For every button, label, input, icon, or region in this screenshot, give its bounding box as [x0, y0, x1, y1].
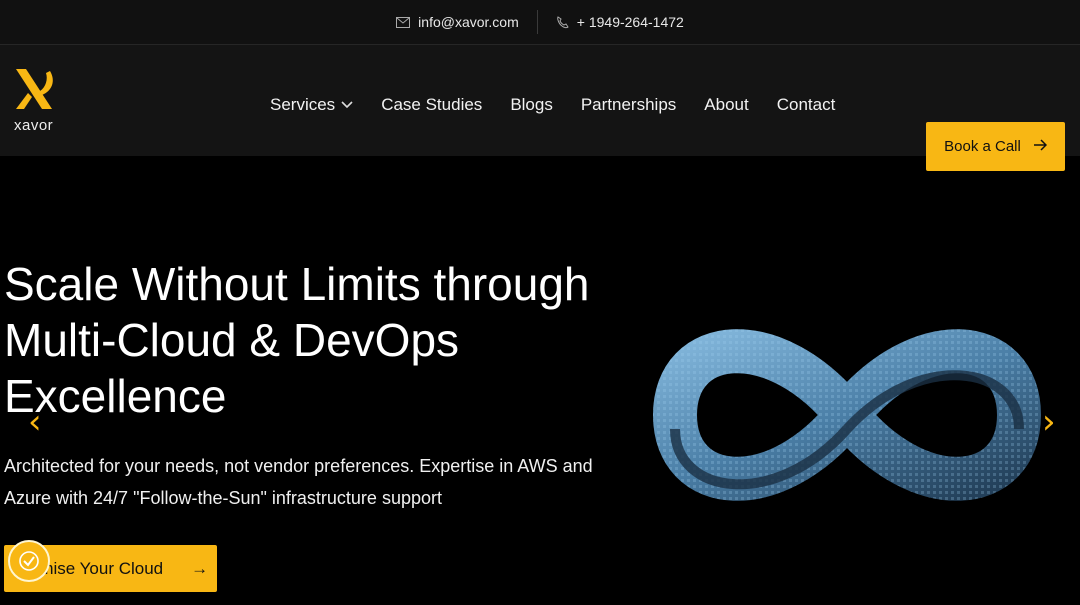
hero-subtitle: Architected for your needs, not vendor p… — [4, 456, 593, 508]
phone-text: + 1949-264-1472 — [576, 14, 684, 30]
nav-item-case-studies[interactable]: Case Studies — [381, 95, 482, 115]
main-navigation: xavor Services Case Studies Blogs Partne… — [0, 45, 1080, 171]
nav-item-about[interactable]: About — [704, 95, 748, 115]
logo-text: xavor — [14, 117, 54, 134]
topbar-divider — [536, 10, 538, 34]
nav-item-label: Services — [270, 95, 336, 114]
phone-link[interactable]: + 1949-264-1472 — [556, 14, 684, 30]
book-a-call-button[interactable]: Book a Call — [926, 122, 1065, 171]
optimise-cloud-label: timise Your Cloud — [30, 558, 164, 578]
top-contact-bar: info@xavor.com + 1949-264-1472 — [0, 0, 1080, 45]
nav-item-contact[interactable]: Contact — [777, 95, 836, 115]
nav-menu: Services Case Studies Blogs Partnerships… — [270, 95, 835, 115]
nav-item-partnerships[interactable]: Partnerships — [581, 95, 676, 115]
email-link[interactable]: info@xavor.com — [396, 14, 519, 30]
book-a-call-label: Book a Call — [944, 138, 1021, 155]
hero-title: Scale Without Limits through Multi-Cloud… — [4, 256, 604, 424]
accessibility-badge-icon[interactable] — [8, 540, 50, 582]
hero-title-line: Scale Without Limits through — [4, 258, 590, 310]
nav-item-blogs[interactable]: Blogs — [510, 95, 553, 115]
email-text: info@xavor.com — [418, 14, 519, 30]
hero-title-line: Multi-Cloud & DevOps — [4, 314, 460, 366]
phone-icon — [556, 15, 569, 29]
nav-item-services[interactable]: Services — [270, 95, 353, 115]
hero-title-line: Excellence — [4, 370, 227, 422]
arrow-right-icon — [1033, 138, 1047, 155]
carousel-prev-arrow[interactable]: ‹ — [28, 402, 42, 442]
infinity-devops-graphic — [615, 215, 1080, 600]
chevron-down-icon — [341, 101, 353, 109]
arrow-right-icon: → — [191, 558, 209, 578]
mail-icon — [396, 16, 411, 28]
